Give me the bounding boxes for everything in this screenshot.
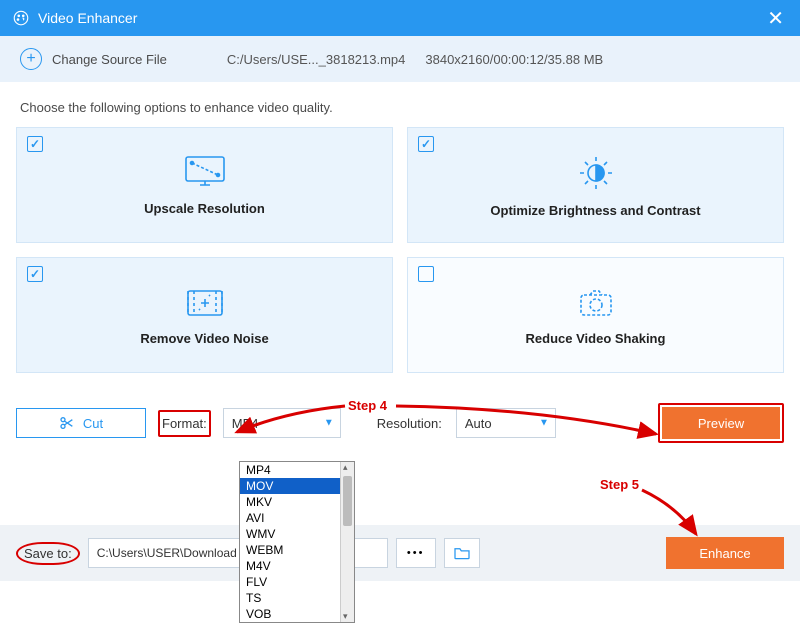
format-label: Format: [158, 410, 211, 437]
browse-button[interactable]: ••• [396, 538, 436, 568]
checkbox-upscale[interactable] [27, 136, 43, 152]
format-option[interactable]: MOV [240, 478, 354, 494]
format-value: MP4 [232, 416, 259, 431]
annotation-step4: Step 4 [348, 398, 387, 413]
card-optimize-brightness[interactable]: Optimize Brightness and Contrast [407, 127, 784, 243]
instruction-text: Choose the following options to enhance … [0, 82, 800, 127]
resolution-label: Resolution: [375, 412, 444, 435]
annotation-step5: Step 5 [600, 477, 639, 492]
format-option[interactable]: MP4 [240, 462, 354, 478]
format-option[interactable]: WEBM [240, 542, 354, 558]
enhance-button[interactable]: Enhance [666, 537, 784, 569]
format-dropdown[interactable]: MP4MOVMKVAVIWMVWEBMM4VFLVTSVOB [239, 461, 355, 623]
format-option[interactable]: VOB [240, 606, 354, 622]
bottom-bar: Save to: C:\Users\USER\Download ••• Enha… [0, 525, 800, 581]
camera-icon [573, 285, 619, 321]
card-label: Upscale Resolution [144, 201, 265, 216]
title-bar: Video Enhancer ✕ [0, 0, 800, 36]
preview-button[interactable]: Preview [662, 407, 780, 439]
card-upscale-resolution[interactable]: Upscale Resolution [16, 127, 393, 243]
source-path: C:/Users/USE..._3818213.mp4 [227, 52, 405, 67]
cut-button[interactable]: Cut [16, 408, 146, 438]
format-option[interactable]: TS [240, 590, 354, 606]
checkbox-shaking[interactable] [418, 266, 434, 282]
checkbox-brightness[interactable] [418, 136, 434, 152]
window-title: Video Enhancer [38, 10, 763, 26]
card-label: Reduce Video Shaking [526, 331, 666, 346]
card-label: Remove Video Noise [140, 331, 268, 346]
format-option[interactable]: WMV [240, 526, 354, 542]
format-option[interactable]: AVI [240, 510, 354, 526]
source-info: 3840x2160/00:00:12/35.88 MB [425, 52, 603, 67]
chevron-down-icon: ▼ [539, 418, 549, 429]
save-to-label: Save to: [16, 542, 80, 565]
source-bar: + Change Source File C:/Users/USE..._381… [0, 36, 800, 82]
card-remove-noise[interactable]: Remove Video Noise [16, 257, 393, 373]
checkbox-noise[interactable] [27, 266, 43, 282]
chevron-down-icon: ▼ [324, 418, 334, 429]
open-folder-button[interactable] [444, 538, 480, 568]
monitor-icon [182, 155, 228, 191]
resolution-value: Auto [465, 416, 492, 431]
format-select[interactable]: MP4 ▼ [223, 408, 341, 438]
close-icon[interactable]: ✕ [763, 6, 788, 31]
format-option[interactable]: M4V [240, 558, 354, 574]
format-option[interactable]: FLV [240, 574, 354, 590]
brightness-icon [576, 153, 616, 193]
change-source-button[interactable]: Change Source File [52, 52, 167, 67]
film-sparkle-icon [182, 285, 228, 321]
card-label: Optimize Brightness and Contrast [490, 203, 700, 218]
cut-label: Cut [83, 416, 103, 431]
resolution-select[interactable]: Auto ▼ [456, 408, 556, 438]
scrollbar[interactable] [340, 462, 354, 622]
scissors-icon [59, 415, 75, 431]
folder-icon [453, 546, 471, 560]
palette-icon [12, 9, 30, 27]
format-option[interactable]: MKV [240, 494, 354, 510]
add-source-icon[interactable]: + [20, 48, 42, 70]
card-reduce-shaking[interactable]: Reduce Video Shaking [407, 257, 784, 373]
